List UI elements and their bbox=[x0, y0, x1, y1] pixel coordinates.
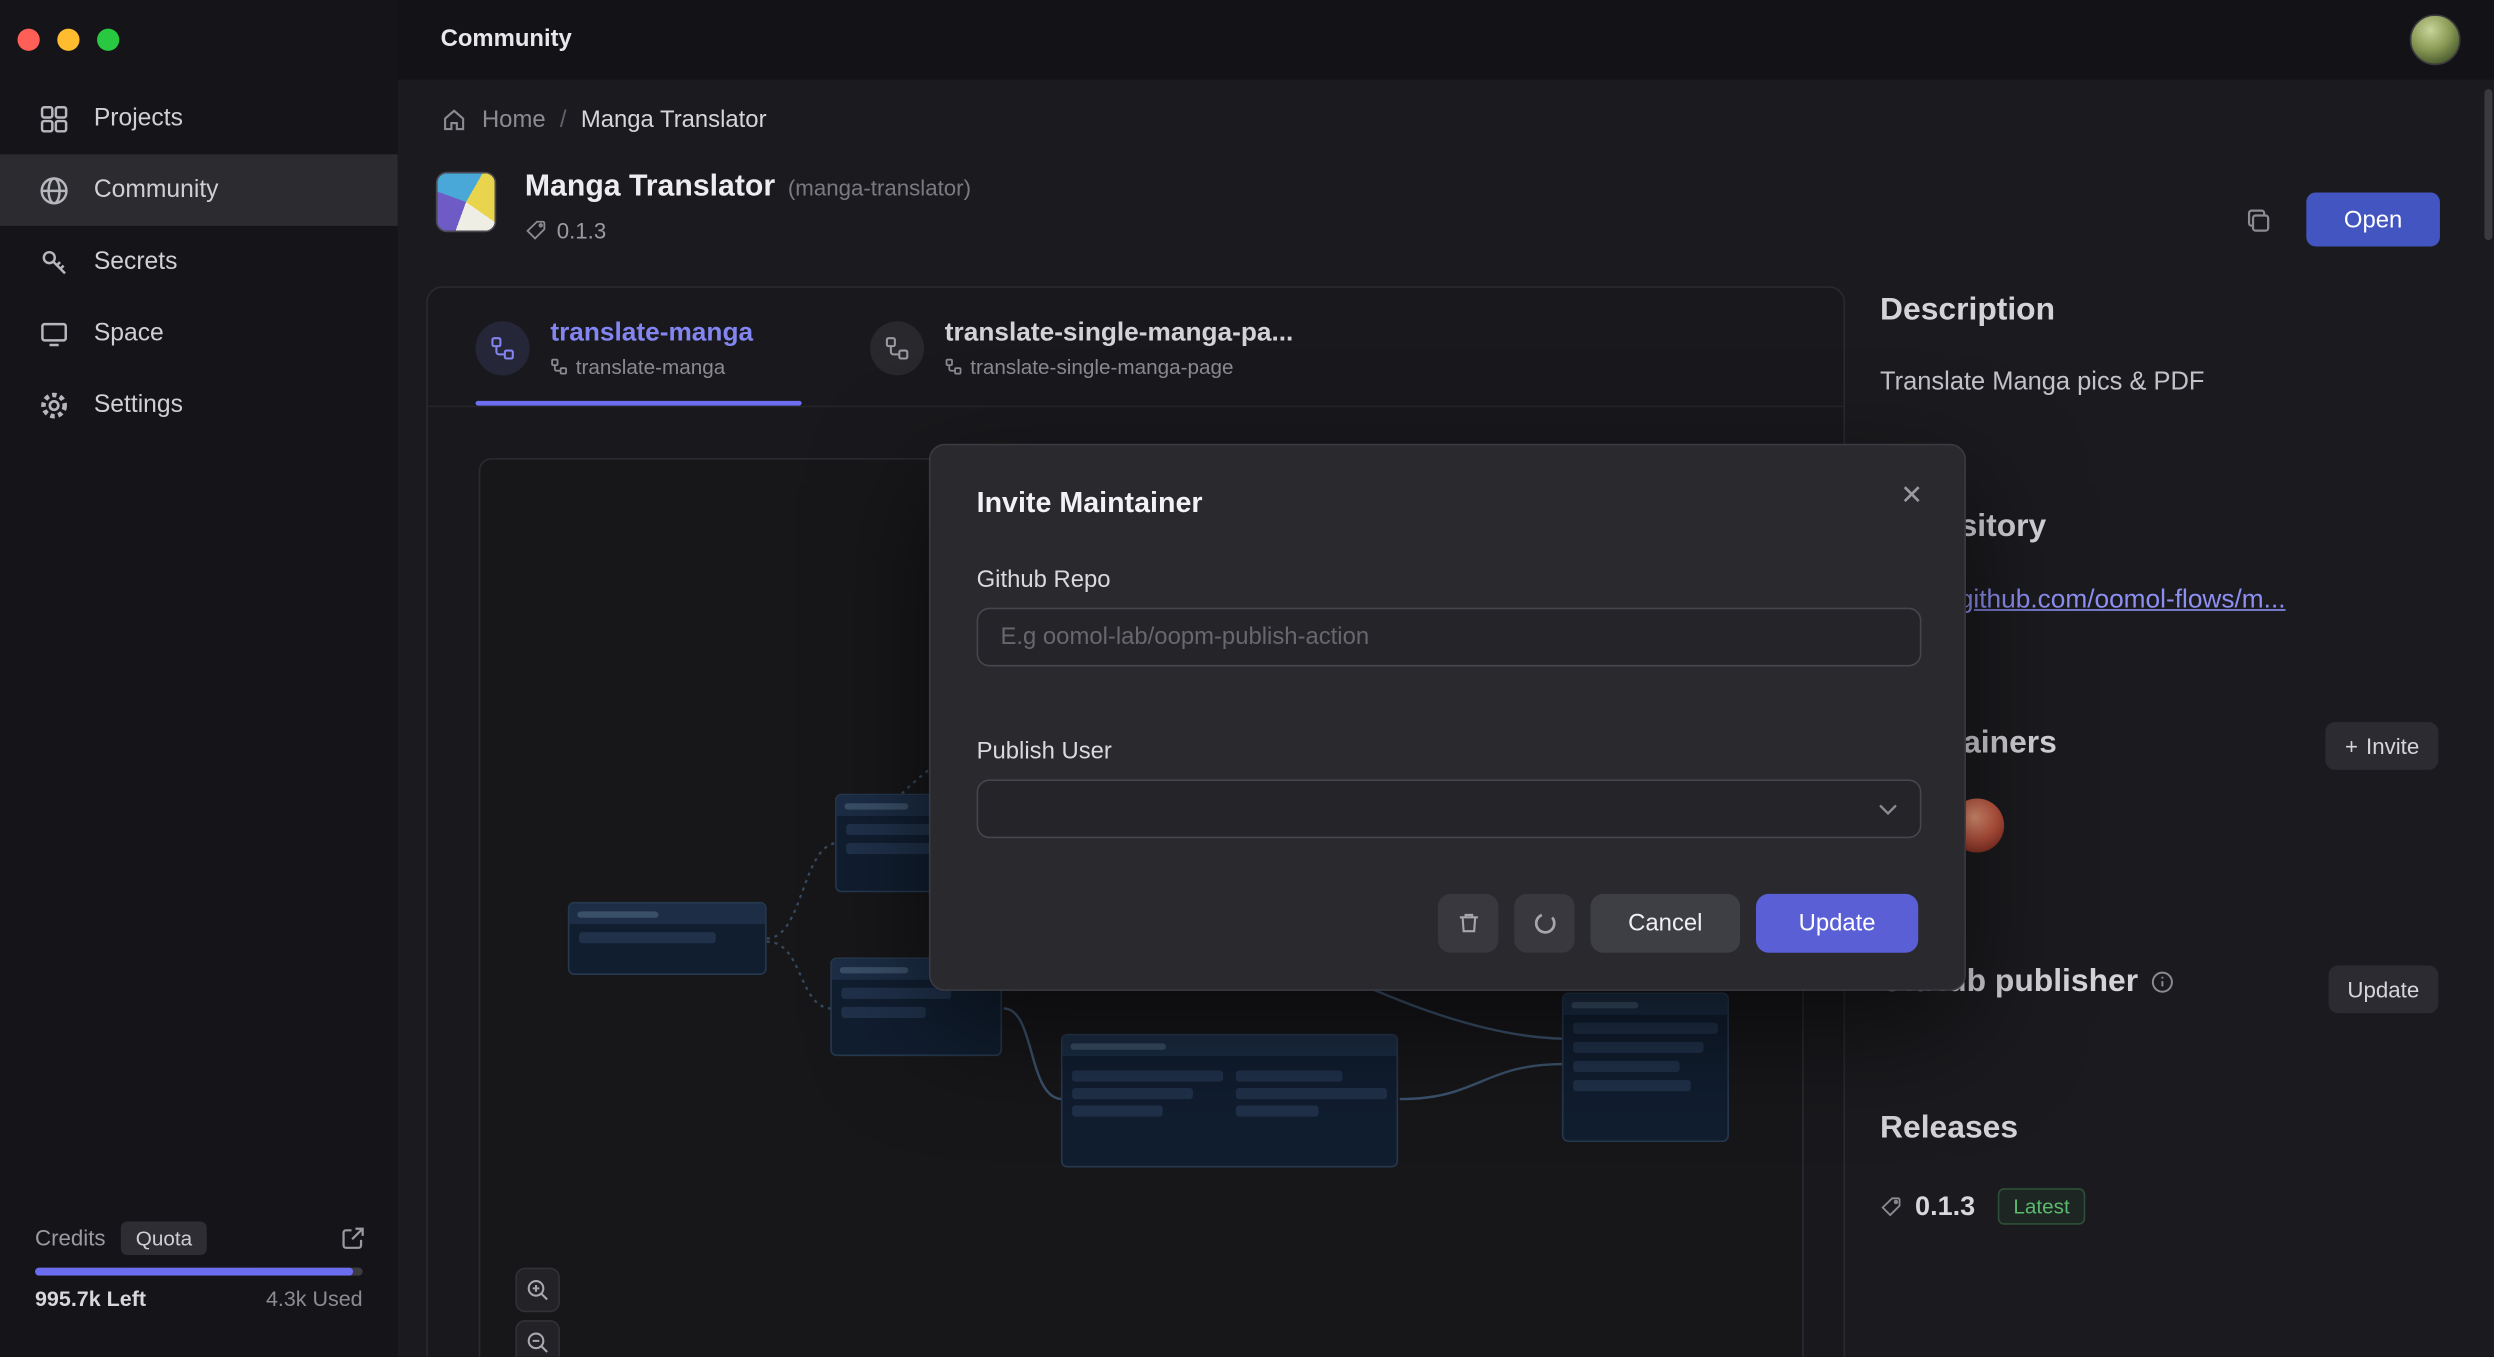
package-slug: (manga-translator) bbox=[788, 175, 971, 200]
credits-left: 995.7k Left bbox=[35, 1287, 146, 1311]
close-window-button[interactable] bbox=[17, 29, 39, 51]
tab-translate-single-manga-page[interactable]: translate-single-manga-pa... translate-s… bbox=[870, 288, 1293, 407]
tag-icon bbox=[1880, 1195, 1902, 1217]
sidebar-item-label: Space bbox=[94, 319, 164, 348]
package-icon-image bbox=[436, 172, 496, 232]
sync-icon-button[interactable] bbox=[1514, 894, 1574, 953]
tab-title: translate-single-manga-pa... bbox=[945, 317, 1294, 347]
credits-progress bbox=[35, 1268, 363, 1276]
info-icon[interactable] bbox=[2151, 970, 2175, 994]
page-title: Community bbox=[441, 25, 572, 52]
breadcrumb-separator: / bbox=[560, 106, 567, 133]
tab-title: translate-manga bbox=[550, 317, 753, 347]
scrollbar[interactable] bbox=[2484, 89, 2492, 240]
credits-section: Credits Quota 995.7k Left 4.3k Used bbox=[0, 1214, 398, 1357]
breadcrumb-home[interactable]: Home bbox=[482, 106, 546, 133]
sidebar-item-secrets[interactable]: Secrets bbox=[0, 226, 398, 298]
sidebar-item-label: Community bbox=[94, 176, 219, 205]
credits-label: Credits bbox=[35, 1225, 106, 1250]
sidebar-item-label: Secrets bbox=[94, 247, 178, 276]
publisher-update-button[interactable]: Update bbox=[2328, 965, 2438, 1013]
update-button[interactable]: Update bbox=[1756, 894, 1918, 953]
app-window: Projects Community Secrets Space bbox=[0, 0, 2494, 1357]
projects-icon bbox=[38, 103, 70, 135]
plus-icon: + bbox=[2345, 733, 2358, 758]
github-repo-input[interactable] bbox=[977, 608, 1922, 667]
user-avatar[interactable] bbox=[2410, 14, 2461, 65]
invite-maintainer-dialog: Invite Maintainer ✕ Github Repo Publish … bbox=[929, 444, 1966, 991]
flow-mini-icon bbox=[945, 357, 962, 374]
tab-subtitle: translate-single-manga-page bbox=[970, 354, 1233, 378]
flow-tabs: translate-manga translate-manga translat… bbox=[428, 288, 1844, 407]
dialog-title: Invite Maintainer bbox=[977, 487, 1203, 520]
breadcrumb-current: Manga Translator bbox=[581, 106, 767, 133]
latest-badge: Latest bbox=[1997, 1188, 2085, 1225]
quota-badge[interactable]: Quota bbox=[121, 1221, 206, 1254]
sidebar-item-space[interactable]: Space bbox=[0, 297, 398, 369]
flow-mini-icon bbox=[550, 357, 567, 374]
flow-node[interactable] bbox=[1562, 993, 1729, 1143]
minimize-window-button[interactable] bbox=[57, 29, 79, 51]
release-item: 0.1.3 Latest bbox=[1880, 1188, 2086, 1225]
flow-icon bbox=[870, 320, 924, 374]
sidebar-item-community[interactable]: Community bbox=[0, 154, 398, 226]
description-text: Translate Manga pics & PDF bbox=[1880, 369, 2204, 398]
secrets-icon bbox=[38, 246, 70, 278]
publish-user-select[interactable] bbox=[977, 779, 1922, 838]
external-link-icon[interactable] bbox=[339, 1224, 366, 1251]
delete-button[interactable] bbox=[1438, 894, 1498, 953]
zoom-in-button[interactable] bbox=[515, 1268, 560, 1313]
sidebar-item-projects[interactable]: Projects bbox=[0, 83, 398, 155]
sidebar-item-settings[interactable]: Settings bbox=[0, 369, 398, 441]
sidebar-item-label: Projects bbox=[94, 104, 183, 133]
flow-node[interactable] bbox=[1061, 1034, 1398, 1168]
cancel-button[interactable]: Cancel bbox=[1591, 894, 1741, 953]
github-repo-label: Github Repo bbox=[977, 566, 1111, 593]
close-icon[interactable]: ✕ bbox=[1900, 480, 1923, 512]
credits-progress-fill bbox=[35, 1268, 353, 1276]
chevron-down-icon bbox=[1878, 803, 1897, 816]
release-version: 0.1.3 bbox=[1915, 1191, 1975, 1223]
invite-button[interactable]: + Invite bbox=[2326, 722, 2438, 770]
publish-user-label: Publish User bbox=[977, 738, 1112, 765]
releases-title: Releases bbox=[1880, 1110, 2018, 1147]
credits-used: 4.3k Used bbox=[266, 1287, 363, 1311]
tab-subtitle: translate-manga bbox=[576, 354, 725, 378]
sidebar-item-label: Settings bbox=[94, 390, 183, 419]
sidebar: Projects Community Secrets Space bbox=[0, 0, 398, 1357]
zoom-out-button[interactable] bbox=[515, 1320, 560, 1357]
breadcrumb: Home / Manga Translator bbox=[441, 99, 767, 140]
package-header: Manga Translator (manga-translator) 0.1.… bbox=[525, 170, 971, 243]
trash-icon bbox=[1455, 910, 1482, 937]
flow-node[interactable] bbox=[568, 902, 767, 975]
description-title: Description bbox=[1880, 293, 2055, 330]
sidebar-nav: Projects Community Secrets Space bbox=[0, 83, 398, 441]
window-controls bbox=[17, 29, 119, 51]
sync-icon bbox=[1531, 910, 1558, 937]
settings-icon bbox=[38, 389, 70, 421]
community-icon bbox=[38, 174, 70, 206]
tag-icon bbox=[525, 219, 547, 241]
package-version: 0.1.3 bbox=[557, 218, 607, 243]
home-icon[interactable] bbox=[441, 106, 468, 133]
tab-translate-manga[interactable]: translate-manga translate-manga bbox=[476, 288, 754, 407]
flow-icon bbox=[476, 320, 530, 374]
package-title: Manga Translator bbox=[525, 170, 775, 205]
active-tab-indicator bbox=[476, 401, 802, 406]
fullscreen-window-button[interactable] bbox=[97, 29, 119, 51]
top-bar: Community bbox=[398, 0, 2494, 80]
space-icon bbox=[38, 317, 70, 349]
